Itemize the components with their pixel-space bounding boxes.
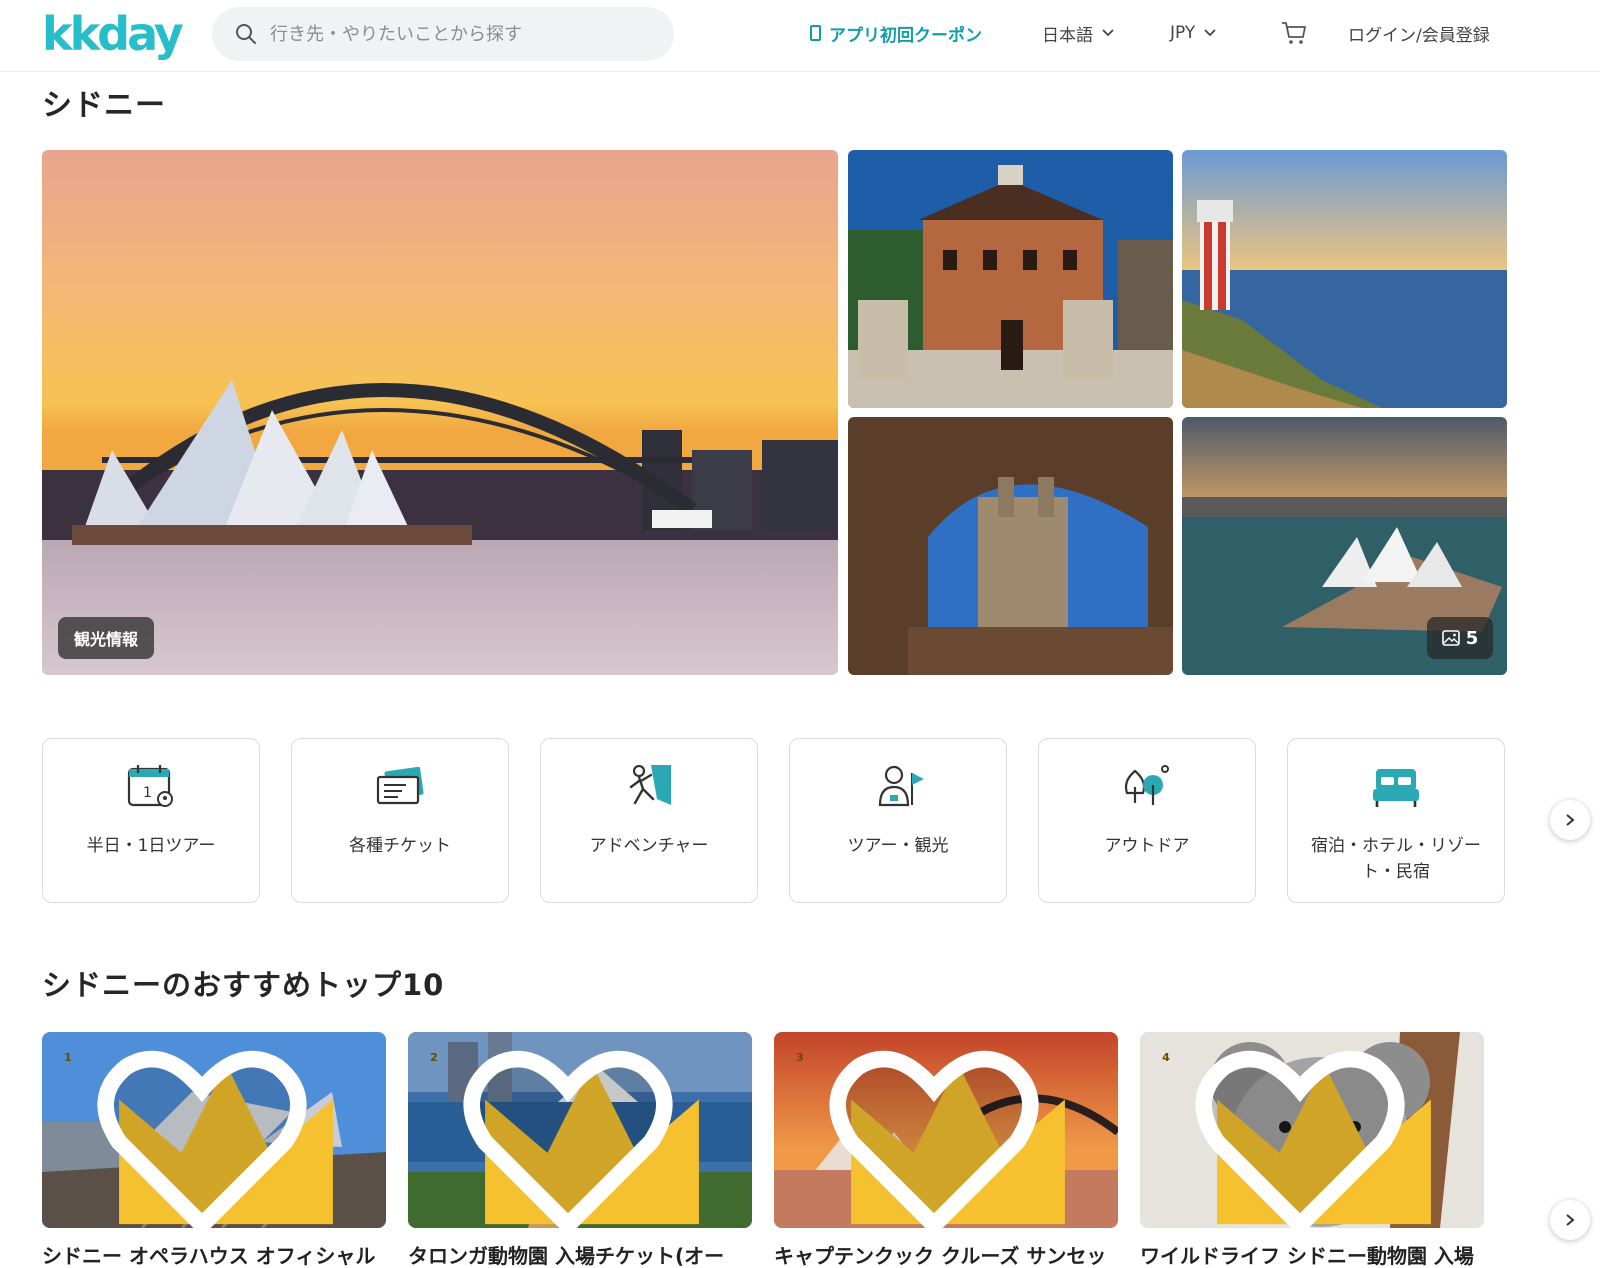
product-image-opera-house[interactable]: 1: [42, 1032, 386, 1228]
category-tickets[interactable]: 各種チケット: [291, 738, 509, 903]
photo-gallery: 観光情報 5: [42, 150, 1507, 675]
tour-guide-icon: [878, 765, 924, 807]
trees-icon: [1124, 765, 1169, 805]
calendar-pin-icon: 1: [127, 765, 173, 807]
product-title[interactable]: キャプテンクック クルーズ サンセッ: [774, 1240, 1118, 1268]
category-tours-sightseeing[interactable]: ツアー・観光: [789, 738, 1007, 903]
heart-icon[interactable]: [774, 1044, 1106, 1228]
currency-label: JPY: [1170, 23, 1196, 43]
product-image-cruise-sunset[interactable]: 3: [774, 1032, 1118, 1228]
top10-product-list: 1 シドニー オペラハウス オフィシャル 2 タロンガ動物園 入場チケット(オー: [42, 1032, 1590, 1268]
climbing-icon: [629, 764, 671, 805]
logo-text: kkday: [42, 7, 184, 61]
category-label: 宿泊・ホテル・リゾート・民宿: [1311, 836, 1481, 882]
gallery-image-lighthouse[interactable]: [1182, 150, 1507, 408]
chevron-right-icon: [1566, 814, 1575, 826]
cart-icon: [1282, 22, 1306, 44]
category-adventure[interactable]: アドベンチャー: [540, 738, 758, 903]
photo-count-badge[interactable]: 5: [1427, 617, 1493, 659]
search-input[interactable]: [270, 23, 650, 45]
category-label: ツアー・観光: [847, 836, 949, 856]
category-half-day-tour[interactable]: 1 半日・1日ツアー: [42, 738, 260, 903]
cart-button[interactable]: [1280, 0, 1308, 66]
language-selector[interactable]: 日本語: [1042, 0, 1115, 66]
chevron-right-icon: [1566, 1214, 1575, 1226]
product-card[interactable]: 3 キャプテンクック クルーズ サンセッ: [774, 1032, 1118, 1268]
top10-next-button[interactable]: [1550, 1200, 1590, 1240]
category-next-button[interactable]: [1550, 800, 1590, 840]
sightseeing-info-badge[interactable]: 観光情報: [58, 617, 155, 659]
gallery-main-image[interactable]: [42, 150, 838, 675]
app-coupon-link[interactable]: アプリ初回クーポン: [810, 0, 982, 66]
smartphone-icon: [810, 25, 821, 41]
product-image-taronga-zoo[interactable]: 2: [408, 1032, 752, 1228]
product-card[interactable]: 2 タロンガ動物園 入場チケット(オー: [408, 1032, 752, 1268]
login-register-link[interactable]: ログイン/会員登録: [1348, 0, 1490, 66]
category-list: 1 半日・1日ツアー 各種チケット アドベンチャー ツアー・観光 アウトドア 宿…: [42, 738, 1590, 903]
product-title[interactable]: シドニー オペラハウス オフィシャル: [42, 1240, 386, 1268]
coupon-label: アプリ初回クーポン: [829, 25, 982, 46]
product-card[interactable]: 4 ワイルドライフ シドニー動物園 入場: [1140, 1032, 1484, 1268]
chevron-down-icon: [1204, 29, 1216, 37]
category-label: 各種チケット: [349, 836, 451, 856]
category-outdoor[interactable]: アウトドア: [1038, 738, 1256, 903]
category-accommodation[interactable]: 宿泊・ホテル・リゾート・民宿: [1287, 738, 1505, 903]
language-label: 日本語: [1042, 25, 1093, 46]
product-card[interactable]: 1 シドニー オペラハウス オフィシャル: [42, 1032, 386, 1268]
chevron-down-icon: [1102, 29, 1114, 37]
site-header: kkday アプリ初回クーポン 日本語 JPY ログイン/会員登録: [0, 0, 1600, 72]
login-label: ログイン/会員登録: [1348, 25, 1490, 46]
image-icon: [1441, 630, 1460, 646]
heart-icon[interactable]: [1140, 1044, 1472, 1228]
currency-selector[interactable]: JPY: [1170, 0, 1217, 66]
gallery-image-cathedral-arch[interactable]: [848, 417, 1173, 675]
heart-icon[interactable]: [42, 1044, 374, 1228]
product-image-koala[interactable]: 4: [1140, 1032, 1484, 1228]
photo-count: 5: [1465, 627, 1479, 649]
ticket-icon: [376, 766, 424, 805]
search-bar[interactable]: [212, 7, 674, 61]
bed-icon: [1373, 769, 1419, 807]
category-label: アウトドア: [1104, 836, 1190, 856]
top10-section-title: シドニーのおすすめトップ10: [42, 968, 445, 1002]
svg-text:1: 1: [143, 785, 152, 801]
kkday-logo[interactable]: kkday: [42, 6, 184, 62]
product-title[interactable]: タロンガ動物園 入場チケット(オー: [408, 1240, 752, 1268]
search-icon: [236, 24, 256, 44]
gallery-image-barracks[interactable]: [848, 150, 1173, 408]
category-label: アドベンチャー: [589, 836, 709, 856]
page-title: シドニー: [42, 88, 166, 123]
category-label: 半日・1日ツアー: [86, 836, 216, 856]
heart-icon[interactable]: [408, 1044, 740, 1228]
product-title[interactable]: ワイルドライフ シドニー動物園 入場: [1140, 1240, 1484, 1268]
